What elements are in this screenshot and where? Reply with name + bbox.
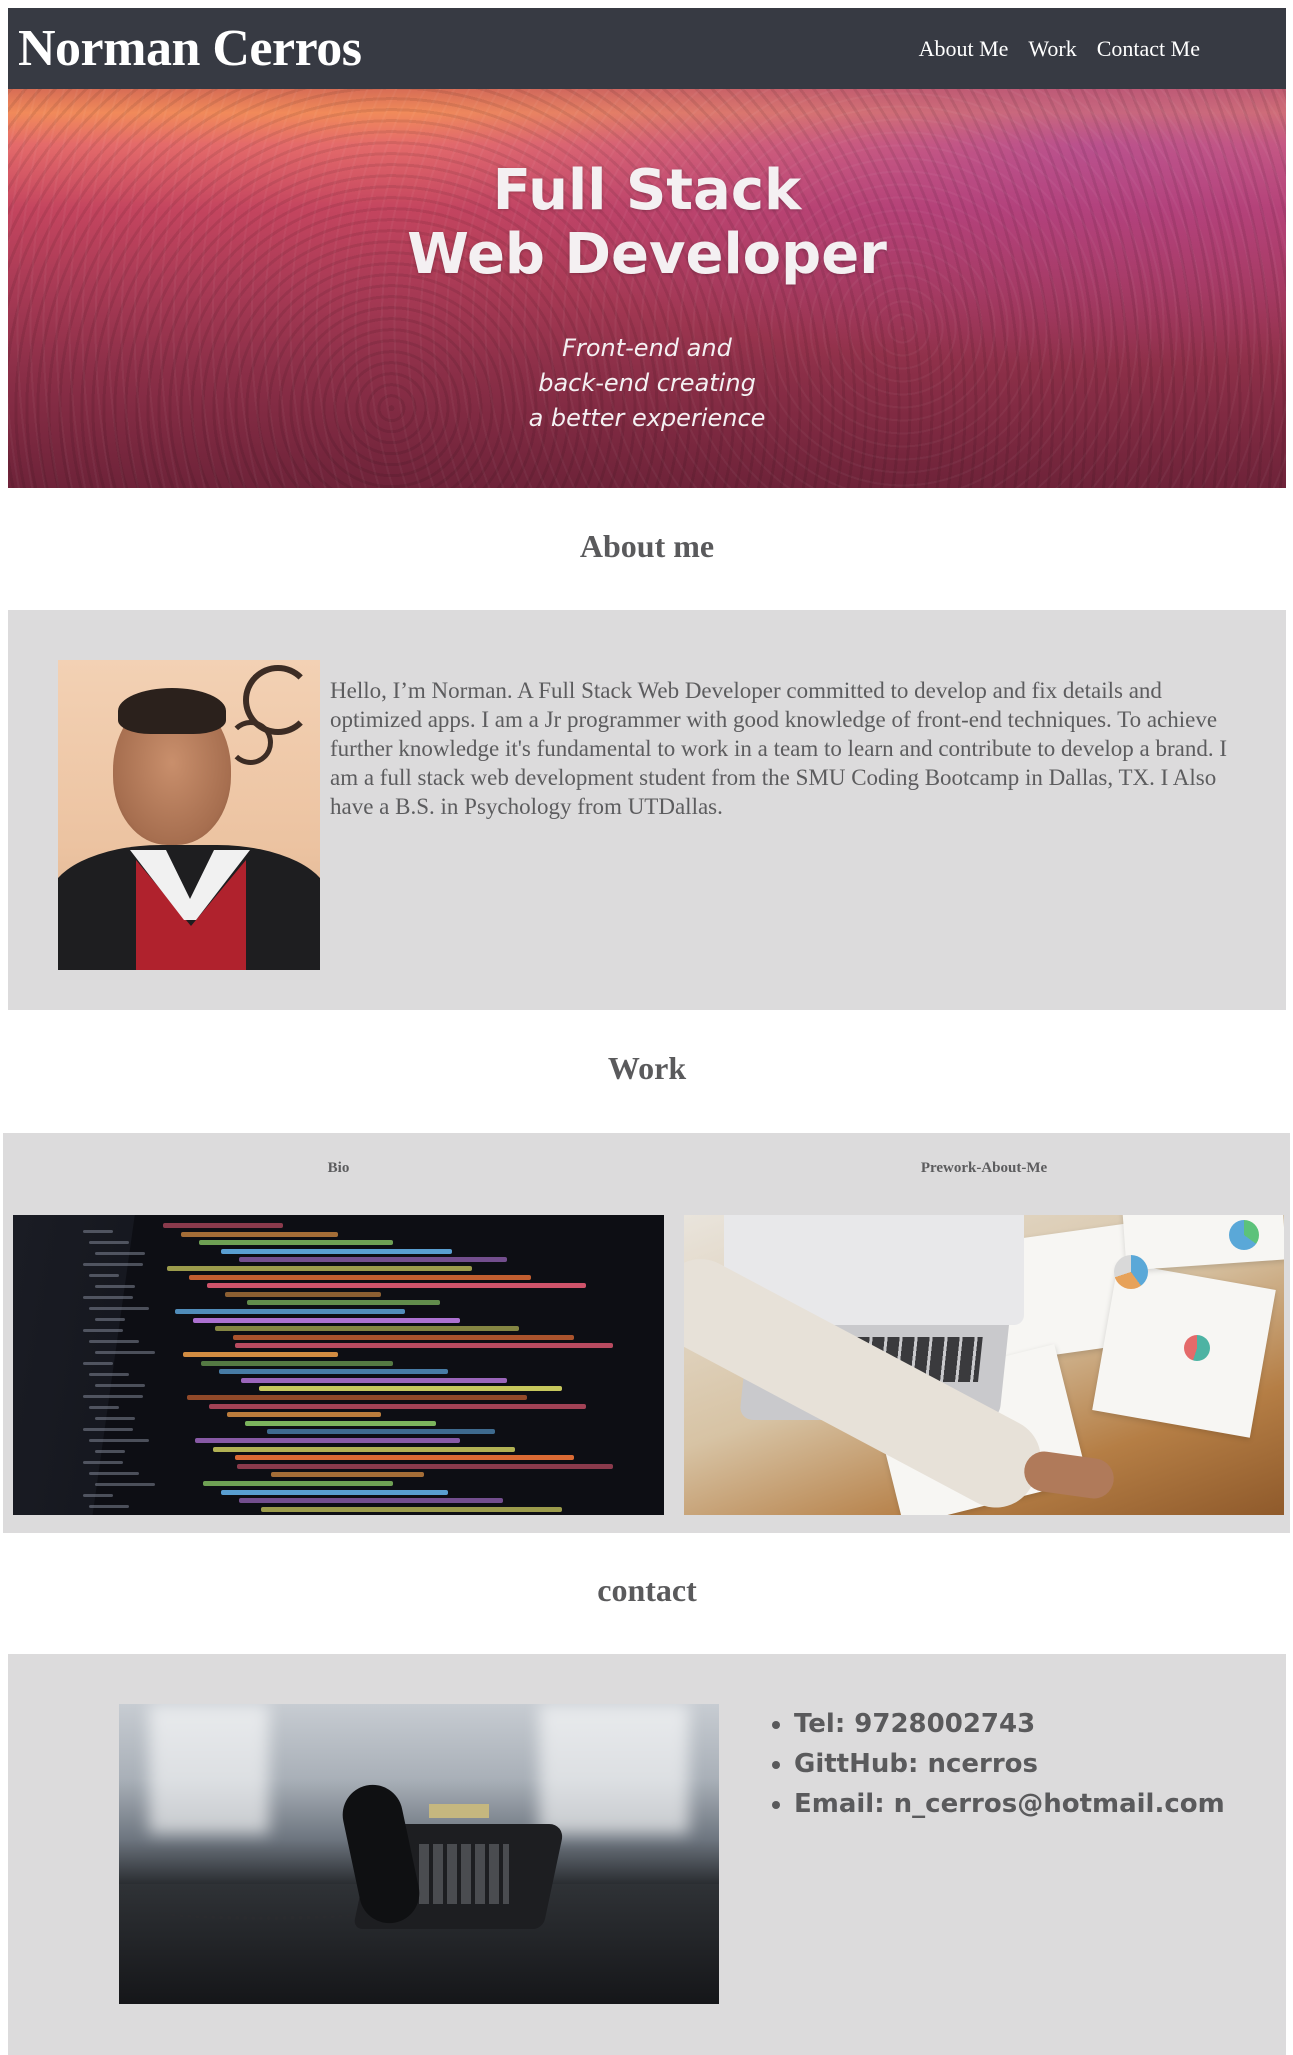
code-line — [225, 1291, 381, 1297]
code-screen-image[interactable] — [13, 1215, 664, 1515]
brand-title: Norman Cerros — [18, 20, 362, 77]
hero-banner: Full Stack Web Developer Front-end and b… — [8, 89, 1286, 488]
code-gutter-line — [89, 1307, 149, 1310]
window-light — [149, 1704, 269, 1834]
profile-photo — [58, 660, 320, 970]
code-gutter-line — [89, 1340, 139, 1343]
code-gutter-line — [95, 1417, 135, 1420]
contact-section: Tel: 9728002743 GittHub: ncerros Email: … — [8, 1654, 1286, 2055]
code-gutter-line — [83, 1428, 133, 1431]
bio-text: Hello, I’m Norman. A Full Stack Web Deve… — [330, 678, 1228, 819]
code-gutter-line — [95, 1483, 155, 1486]
code-gutter-line — [89, 1373, 129, 1376]
laptop-desk-image[interactable] — [684, 1215, 1284, 1515]
contact-phone: Tel: 9728002743 — [794, 1704, 1225, 1744]
phone-keypad — [419, 1844, 509, 1904]
about-section: Hello, I’m Norman. A Full Stack Web Deve… — [8, 610, 1286, 1010]
main-nav: About Me Work Contact Me — [919, 36, 1200, 62]
contact-email[interactable]: Email: n_cerros@hotmail.com — [794, 1784, 1225, 1824]
paper-chart — [1121, 1215, 1284, 1271]
code-gutter-line — [83, 1230, 113, 1233]
about-heading: About me — [579, 528, 715, 564]
code-line — [271, 1472, 424, 1478]
code-line — [219, 1369, 448, 1375]
hero-subtitle: Front-end and back-end creating a better… — [528, 334, 766, 432]
code-gutter-line — [89, 1472, 139, 1475]
code-line — [181, 1231, 338, 1237]
nav-link-work[interactable]: Work — [1028, 36, 1076, 62]
phone-cord — [159, 1904, 369, 1920]
code-line — [207, 1283, 586, 1289]
code-gutter-line — [83, 1296, 133, 1299]
code-gutter-line — [83, 1329, 123, 1332]
code-gutter-line — [83, 1395, 143, 1398]
decor-swirl-small — [228, 720, 273, 765]
code-gutter-line — [95, 1351, 155, 1354]
code-gutter-line — [83, 1263, 143, 1266]
code-line — [221, 1248, 452, 1254]
code-gutter-line — [95, 1252, 145, 1255]
code-line — [235, 1343, 613, 1349]
code-line — [267, 1429, 495, 1435]
code-line — [235, 1455, 574, 1461]
code-line — [201, 1360, 393, 1366]
code-line — [241, 1377, 507, 1383]
code-gutter-line — [89, 1439, 149, 1442]
code-line — [239, 1498, 503, 1504]
hand — [1021, 1448, 1117, 1502]
nav-link-about[interactable]: About Me — [919, 36, 1009, 62]
code-line — [245, 1420, 436, 1426]
code-gutter-line — [89, 1406, 119, 1409]
code-line — [175, 1309, 405, 1314]
code-line — [247, 1300, 440, 1306]
code-line — [259, 1386, 562, 1392]
code-line — [193, 1317, 460, 1323]
code-line — [163, 1223, 283, 1228]
code-line — [239, 1257, 507, 1263]
code-line — [261, 1506, 562, 1512]
code-line — [187, 1395, 527, 1400]
code-line — [227, 1412, 381, 1418]
code-gutter-line — [89, 1274, 119, 1277]
code-gutter-line — [95, 1285, 135, 1288]
code-gutter-line — [89, 1241, 129, 1244]
hero-title: Full Stack Web Developer — [407, 158, 887, 287]
code-line — [203, 1481, 393, 1486]
pie-chart-icon — [1184, 1335, 1210, 1361]
window-light — [539, 1704, 689, 1834]
contact-list: Tel: 9728002743 GittHub: ncerros Email: … — [768, 1704, 1225, 1824]
pie-chart-icon — [1114, 1255, 1148, 1289]
code-line — [195, 1438, 460, 1443]
work-section: Bio Prework-About-Me — [3, 1133, 1290, 1533]
contact-github[interactable]: GittHub: ncerros — [794, 1744, 1225, 1784]
code-line — [213, 1446, 515, 1452]
code-line — [221, 1489, 448, 1495]
photo-hair — [118, 688, 226, 734]
project-title-prework[interactable]: Prework-About-Me — [684, 1160, 1284, 1177]
code-gutter-line — [89, 1505, 129, 1508]
hero-text: Full Stack Web Developer Front-end and b… — [8, 159, 1286, 436]
code-gutter-line — [83, 1362, 113, 1365]
code-line — [209, 1403, 586, 1409]
pie-chart-icon — [1229, 1220, 1259, 1250]
code-line — [237, 1463, 613, 1469]
work-heading: Work — [607, 1050, 687, 1086]
code-gutter-line — [95, 1318, 125, 1321]
phone-display — [429, 1804, 489, 1818]
code-line — [199, 1240, 393, 1246]
code-line — [183, 1352, 338, 1357]
code-line — [167, 1266, 472, 1271]
project-title-bio[interactable]: Bio — [13, 1160, 664, 1177]
nav-link-contact[interactable]: Contact Me — [1097, 36, 1200, 62]
code-line — [215, 1326, 519, 1332]
code-gutter-line — [95, 1384, 145, 1387]
contact-heading: contact — [597, 1572, 697, 1608]
site-header: Norman Cerros About Me Work Contact Me — [8, 8, 1286, 89]
code-gutter-line — [83, 1494, 113, 1497]
code-line — [189, 1274, 531, 1280]
desk-phone-image — [119, 1704, 719, 2004]
code-gutter-line — [95, 1450, 125, 1453]
code-line — [233, 1334, 574, 1340]
code-gutter-line — [83, 1461, 123, 1464]
